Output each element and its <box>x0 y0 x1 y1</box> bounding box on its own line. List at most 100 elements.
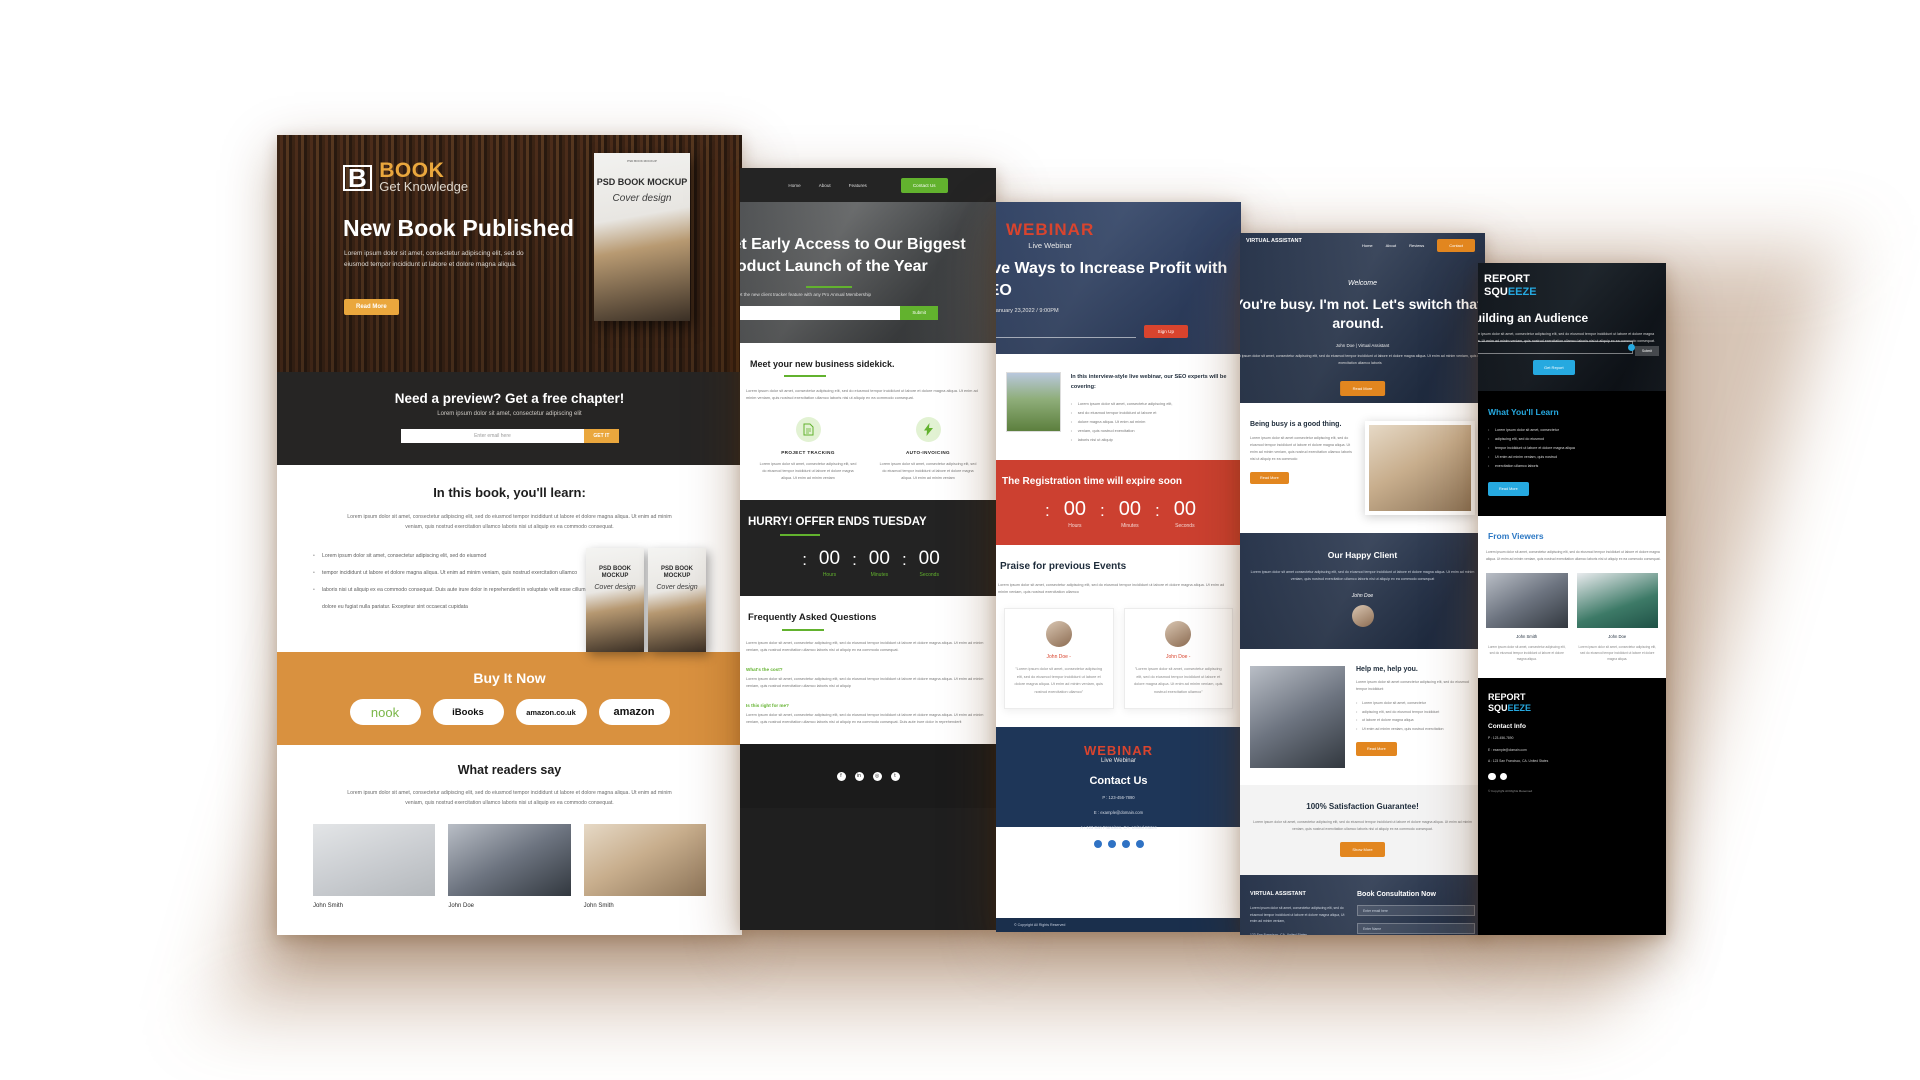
report-get-report-button[interactable]: Get Report <box>1533 360 1575 375</box>
book-readers-lead: Lorem ipsum dolor sit amet, consectetur … <box>347 790 672 806</box>
va-busy-button[interactable]: Read More <box>1250 472 1289 484</box>
webinar-covering-heading: In this interview-style live webinar, ou… <box>1070 374 1227 390</box>
twitter-icon[interactable] <box>1093 840 1102 848</box>
facebook-icon[interactable] <box>1488 772 1496 780</box>
report-footer-logo: REPORT SQUEEZE <box>1488 692 1656 714</box>
countdown-seconds: 00 <box>918 548 940 569</box>
list-item: tempor incididunt ut labore et dolore ma… <box>1488 444 1656 453</box>
book-email-input[interactable]: Enter email here <box>400 429 585 443</box>
list-item: Lorem ipsum dolor sit amet, consectetur <box>1356 699 1475 708</box>
webinar-social-links[interactable] <box>996 840 1241 848</box>
webinar-praise-lead: Lorem ipsum dolor sit amet, consectetur … <box>998 583 1225 594</box>
product-hero-heading: Get Early Access to Our Biggest Product … <box>740 236 966 275</box>
instagram-icon[interactable] <box>1121 840 1130 848</box>
product-email-input[interactable] <box>740 306 901 320</box>
list-item: ut labore et dolore magna aliqua <box>1356 716 1475 725</box>
landing-page-virtual-assistant[interactable]: VIRTUAL ASSISTANT Home About Reviews Con… <box>1240 233 1485 935</box>
va-hero-heading: You're busy. I'm not. Let's switch that … <box>1240 296 1482 331</box>
linkedin-icon[interactable]: in <box>854 771 864 781</box>
landing-page-webinar[interactable]: WEBINAR Live Webinar Five Ways to Increa… <box>996 202 1241 932</box>
nav-contact-button[interactable]: Contact Us <box>900 177 948 193</box>
report-social-links[interactable] <box>1488 772 1656 780</box>
store-button-amazon-uk[interactable]: amazon.co.uk <box>515 699 587 725</box>
faq-item[interactable]: What's the cost? Lorem ipsum dolor sit a… <box>746 667 996 690</box>
book-mockup-script: Cover design <box>594 584 636 591</box>
webinar-signup-button[interactable]: Sign Up <box>1143 324 1188 338</box>
twitter-icon[interactable]: t <box>890 771 900 781</box>
va-happy-heading: Our Happy Client <box>1327 550 1398 560</box>
reader-card: John Doe <box>448 824 571 909</box>
webinar-logo[interactable]: WEBINAR Live Webinar <box>1006 220 1094 250</box>
pinterest-icon[interactable] <box>1499 772 1507 780</box>
instagram-icon[interactable]: ◎ <box>872 771 882 781</box>
mockup-stage: B BOOK Get Knowledge New Book Published … <box>0 0 1920 1080</box>
va-hero: VIRTUAL ASSISTANT Home About Reviews Con… <box>1240 233 1485 403</box>
report-read-more-button[interactable]: Read More <box>1488 482 1529 496</box>
faq-item[interactable]: Is this right for me? Lorem ipsum dolor … <box>746 703 996 726</box>
list-item: laboris nisi ut aliquip ex ea commodo co… <box>313 582 586 616</box>
avatar <box>1045 621 1072 647</box>
va-guarantee-lead: Lorem ipsum dolor sit amet, consectetur … <box>1253 820 1472 831</box>
va-show-more-button[interactable]: Show More <box>1340 842 1385 857</box>
va-help-button[interactable]: Read More <box>1356 742 1397 756</box>
book-optin-form[interactable]: Enter email here GET IT <box>400 429 619 443</box>
va-email-field[interactable]: Enter email here <box>1357 905 1475 916</box>
nav-link-reviews[interactable]: Reviews <box>1409 243 1424 248</box>
feature-card: AUTO-INVOICING Lorem ipsum dolor sit ame… <box>868 417 988 482</box>
feature-text: Lorem ipsum dolor sit amet, consectetur … <box>879 462 977 480</box>
report-logo-line2-a: SQU <box>1484 286 1508 298</box>
product-submit-button[interactable]: Submit <box>900 306 938 320</box>
accent-rule <box>784 375 826 377</box>
facebook-icon[interactable] <box>1107 840 1116 848</box>
countdown-separator: : <box>901 550 907 569</box>
report-viewers-heading: From Viewers <box>1488 531 1544 541</box>
landing-page-product-launch[interactable]: Home About Features Contact Us Get Early… <box>740 168 996 930</box>
countdown-separator: : <box>1154 501 1160 520</box>
product-features-lead: Lorem ipsum dolor sit amet, consectetur … <box>746 388 978 400</box>
book-readers-section: What readers say Lorem ipsum dolor sit a… <box>277 745 742 909</box>
store-button-nook[interactable]: nook <box>349 699 421 725</box>
book-read-more-button[interactable]: Read More <box>344 299 399 315</box>
nav-link-home[interactable]: Home <box>1362 243 1373 248</box>
landing-page-book[interactable]: B BOOK Get Knowledge New Book Published … <box>277 135 742 935</box>
book-hero-paragraph: Lorem ipsum dolor sit amet, consectetur … <box>344 250 524 268</box>
va-read-more-button[interactable]: Read More <box>1339 381 1386 396</box>
va-nav[interactable]: Home About Reviews Contact <box>1240 233 1485 257</box>
landing-page-report-squeeze[interactable]: REPORT SQUEEZE Building an Audience Lore… <box>1478 263 1666 935</box>
report-submit-button[interactable]: Submit <box>1635 346 1659 356</box>
nav-link-about[interactable]: About <box>1386 243 1396 248</box>
webinar-signup-form[interactable]: Sign Up <box>996 324 1188 338</box>
va-footer: VIRTUAL ASSISTANT Lorem ipsum dolor sit … <box>1240 875 1485 935</box>
va-hero-lead: Lorem ipsum dolor sit amet, consectetur … <box>1240 354 1485 365</box>
book-logo[interactable]: B BOOK Get Knowledge <box>343 160 468 194</box>
store-button-amazon[interactable]: amazon <box>598 699 670 725</box>
book-getit-button[interactable]: GET IT <box>584 429 619 443</box>
linkedin-icon[interactable] <box>1135 840 1144 848</box>
testimonial-card: John Doe - "Lorem ipsum dolor sit amet, … <box>1004 608 1114 709</box>
webinar-email-input[interactable] <box>996 324 1136 338</box>
va-footer-logo: VIRTUAL ASSISTANT <box>1250 891 1306 897</box>
book-optin-sub: Lorem ipsum dolor sit amet, consectetur … <box>437 411 582 417</box>
faq-question[interactable]: What's the cost? <box>746 667 996 672</box>
product-nav[interactable]: Home About Features Contact Us <box>740 168 996 202</box>
viewer-photo <box>1576 573 1658 628</box>
facebook-icon[interactable]: f <box>836 771 846 781</box>
countdown-seconds-label: Seconds <box>1175 523 1195 529</box>
nav-contact-button[interactable]: Contact <box>1437 238 1475 252</box>
va-name-field[interactable]: Enter Name <box>1357 923 1475 934</box>
store-button-ibooks[interactable]: iBooks <box>432 699 504 725</box>
product-features-heading: Meet your new business sidekick. <box>750 359 895 369</box>
book-mockup-right: PSD BOOK MOCKUP Cover design <box>648 548 706 652</box>
report-email-input[interactable] <box>1478 341 1633 354</box>
countdown-separator: : <box>852 550 857 569</box>
faq-answer: Lorem ipsum dolor sit amet, consectetur … <box>746 713 984 724</box>
report-logo[interactable]: REPORT SQUEEZE <box>1484 273 1537 299</box>
faq-question[interactable]: Is this right for me? <box>746 703 996 708</box>
nav-link-about[interactable]: About <box>819 183 831 188</box>
nav-link-features[interactable]: Features <box>849 183 867 188</box>
countdown-minutes: 00 <box>1118 498 1141 520</box>
nav-link-home[interactable]: Home <box>788 183 800 188</box>
webinar-expire-section: The Registration time will expire soon :… <box>996 460 1241 545</box>
countdown-hours-label: Hours <box>822 572 837 578</box>
product-signup-form[interactable]: Submit <box>740 306 938 320</box>
